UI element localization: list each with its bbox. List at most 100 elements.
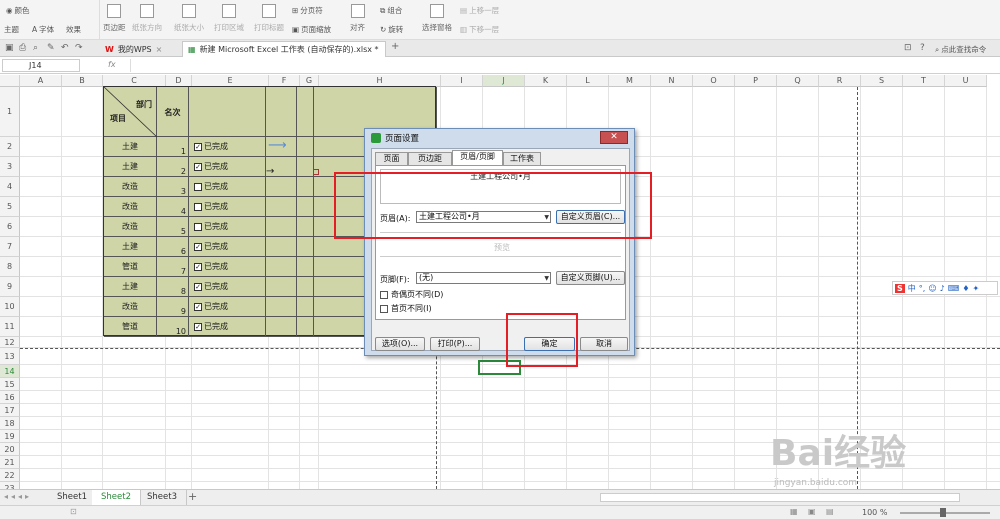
row-header[interactable]: 6	[0, 217, 20, 237]
print-icon[interactable]: ⎙	[19, 43, 26, 53]
theme-effects-button[interactable]: 效果	[66, 24, 81, 35]
done-checkbox[interactable]	[194, 182, 202, 191]
preview-icon[interactable]: ⌕	[33, 43, 38, 53]
sheet-nav-arrows-icon[interactable]: ◂◂◂▸	[4, 492, 32, 501]
done-checkbox[interactable]: ✓	[194, 302, 202, 311]
row-header[interactable]: 15	[0, 378, 20, 391]
done-checkbox[interactable]	[194, 222, 202, 231]
row-header[interactable]: 19	[0, 430, 20, 443]
theme-fonts-button[interactable]: A 字体	[32, 24, 54, 35]
column-header[interactable]: P	[735, 75, 777, 87]
bring-forward-button[interactable]: ▤ 上移一层	[460, 5, 499, 16]
name-box[interactable]: J14	[2, 59, 80, 72]
group-button[interactable]: ⧉ 组合	[380, 5, 402, 16]
custom-footer-button[interactable]: 自定义页脚(U)...	[556, 271, 625, 285]
column-header[interactable]: L	[567, 75, 609, 87]
row-header[interactable]: 3	[0, 157, 20, 177]
add-sheet-button[interactable]: +	[188, 490, 197, 503]
command-search[interactable]: ⌕ 点此查找命令	[935, 44, 986, 55]
column-header[interactable]: B	[62, 75, 103, 87]
row-header[interactable]: 17	[0, 404, 20, 417]
dialog-titlebar[interactable]: 页面设置	[365, 129, 634, 147]
redo-icon[interactable]: ↷	[75, 43, 83, 53]
print-area-button[interactable]: 打印区域	[214, 4, 244, 33]
macro-icon[interactable]: ⊡	[70, 507, 77, 516]
row-header[interactable]: 4	[0, 177, 20, 197]
close-icon[interactable]: ×	[156, 45, 163, 54]
skin-icon[interactable]: ⊡	[904, 43, 912, 53]
save-icon[interactable]: ▣	[5, 43, 14, 53]
help-icon[interactable]: ?	[920, 43, 925, 53]
row-header[interactable]: 18	[0, 417, 20, 430]
column-header[interactable]: T	[903, 75, 945, 87]
theme-button[interactable]: 主题	[4, 24, 19, 35]
paper-size-button[interactable]: 纸张大小	[174, 4, 204, 33]
row-header[interactable]: 1	[0, 87, 20, 137]
align-button[interactable]: 对齐	[350, 4, 365, 33]
row-header[interactable]: 8	[0, 257, 20, 277]
done-checkbox[interactable]: ✓	[194, 282, 202, 291]
column-header[interactable]: K	[525, 75, 567, 87]
theme-colors-button[interactable]: ◉ 颜色	[6, 5, 30, 16]
zoom-slider-thumb[interactable]	[940, 508, 946, 517]
print-title-button[interactable]: 打印标题	[254, 4, 284, 33]
dialog-tab[interactable]: 工作表	[503, 152, 541, 165]
formula-input[interactable]	[130, 59, 996, 72]
done-checkbox[interactable]: ✓	[194, 322, 202, 331]
page-break-view-icon[interactable]: ▤	[826, 507, 834, 516]
sheet-tab-sheet2[interactable]: Sheet2	[92, 490, 141, 505]
row-header[interactable]: 14	[0, 365, 20, 378]
rotate-button[interactable]: ↻ 旋转	[380, 24, 403, 35]
dialog-close-button[interactable]: ✕	[600, 131, 628, 144]
select-all-corner[interactable]	[0, 75, 20, 87]
column-header[interactable]: S	[861, 75, 903, 87]
options-button[interactable]: 选项(O)...	[375, 337, 425, 351]
done-checkbox[interactable]: ✓	[194, 262, 202, 271]
new-tab-button[interactable]: +	[391, 41, 399, 52]
row-header[interactable]: 12	[0, 337, 20, 348]
dialog-tab[interactable]: 页边距	[408, 152, 452, 165]
orientation-button[interactable]: 纸张方向	[132, 4, 162, 33]
normal-view-icon[interactable]: ▦	[790, 507, 798, 516]
done-checkbox[interactable]: ✓	[194, 142, 202, 151]
row-header[interactable]: 13	[0, 348, 20, 365]
undo-icon[interactable]: ↶	[61, 43, 69, 53]
row-header[interactable]: 2	[0, 137, 20, 157]
print-button[interactable]: 打印(P)...	[430, 337, 480, 351]
row-header[interactable]: 5	[0, 197, 20, 217]
horizontal-scrollbar[interactable]	[600, 493, 960, 502]
column-header[interactable]: A	[20, 75, 62, 87]
odd-even-checkbox[interactable]: 奇偶页不同(D)	[380, 289, 443, 300]
dialog-tab[interactable]: 页眉/页脚	[452, 150, 503, 166]
tab-excel-document[interactable]: ▦ 新建 Microsoft Excel 工作表 (自动保存的).xlsx *	[182, 41, 386, 57]
tab-my-wps[interactable]: W 我的WPS ×	[100, 41, 167, 57]
done-checkbox[interactable]	[194, 202, 202, 211]
send-backward-button[interactable]: ▥ 下移一层	[460, 24, 499, 35]
column-header[interactable]: U	[945, 75, 987, 87]
row-header[interactable]: 22	[0, 469, 20, 482]
first-page-checkbox[interactable]: 首页不同(I)	[380, 303, 432, 314]
column-header[interactable]: J	[483, 75, 525, 87]
selection-pane-button[interactable]: 选择窗格	[422, 4, 452, 33]
sheet-tab-sheet1[interactable]: Sheet1	[48, 490, 97, 505]
page-break-button[interactable]: ⊞ 分页符	[292, 5, 323, 16]
column-header[interactable]: N	[651, 75, 693, 87]
column-header[interactable]: R	[819, 75, 861, 87]
row-header[interactable]: 23	[0, 482, 20, 489]
column-header[interactable]: M	[609, 75, 651, 87]
row-header[interactable]: 7	[0, 237, 20, 257]
done-checkbox[interactable]: ✓	[194, 242, 202, 251]
done-checkbox[interactable]: ✓	[194, 162, 202, 171]
row-header[interactable]: 20	[0, 443, 20, 456]
row-header[interactable]: 11	[0, 317, 20, 337]
column-header[interactable]: I	[441, 75, 483, 87]
fx-icon[interactable]: fx	[108, 60, 116, 69]
dialog-tab[interactable]: 页面	[375, 152, 408, 165]
footer-select[interactable]: (无) ▼	[416, 272, 551, 284]
row-header[interactable]: 9	[0, 277, 20, 297]
row-header[interactable]: 21	[0, 456, 20, 469]
cancel-button[interactable]: 取消	[580, 337, 628, 351]
row-header[interactable]: 10	[0, 297, 20, 317]
column-header[interactable]: Q	[777, 75, 819, 87]
page-view-icon[interactable]: ▣	[808, 507, 816, 516]
